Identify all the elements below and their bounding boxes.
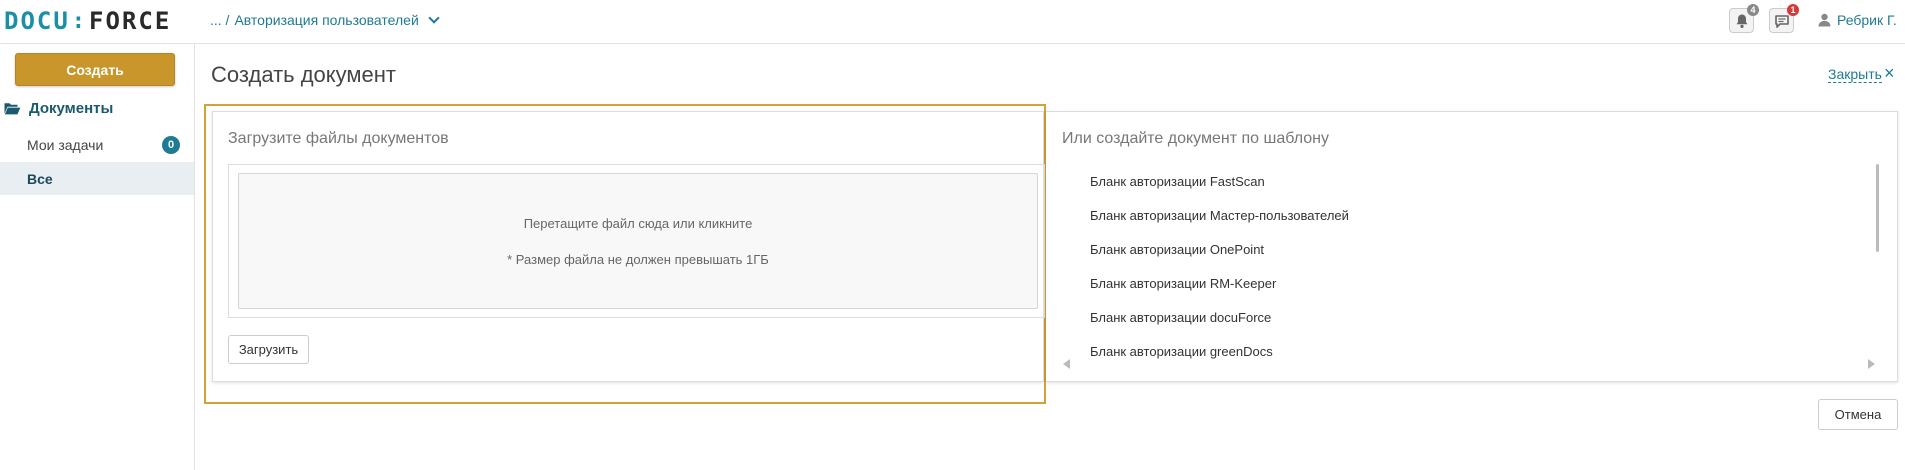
notifications-button[interactable]: 4 (1729, 4, 1759, 33)
cancel-button[interactable]: Отмена (1818, 399, 1898, 430)
template-item-greendocs[interactable]: Бланк авторизации greenDocs (1090, 344, 1273, 359)
upload-panel: Загрузите файлы документов Перетащите фа… (212, 111, 1045, 382)
logo[interactable]: DOCU : FORCE (4, 7, 172, 35)
sidebar-section-documents[interactable]: Документы (4, 100, 113, 117)
templates-heading: Или создайте документ по шаблону (1062, 130, 1329, 147)
bell-icon (1736, 14, 1747, 28)
template-item-rm-keeper[interactable]: Бланк авторизации RM-Keeper (1090, 276, 1276, 291)
template-item-docuforce[interactable]: Бланк авторизации docuForce (1090, 310, 1271, 325)
logo-docu: DOCU (4, 7, 70, 35)
sidebar-section-label: Документы (29, 100, 114, 117)
template-panel: Или создайте документ по шаблону Бланк а… (1046, 111, 1898, 382)
sidebar: Создать Документы Мои задачи 0 Все (0, 44, 195, 470)
messages-button[interactable]: 1 (1769, 4, 1799, 33)
scroll-left-arrow[interactable] (1063, 359, 1070, 369)
sidebar-item-label: Мои задачи (27, 136, 104, 153)
close-icon[interactable]: × (1884, 64, 1895, 82)
chat-icon (1774, 14, 1789, 28)
template-item-onepoint[interactable]: Бланк авторизации OnePoint (1090, 242, 1264, 257)
sidebar-item-all[interactable]: Все (0, 162, 194, 195)
user-name: Ребрик Г. (1837, 12, 1897, 28)
scroll-right-arrow[interactable] (1868, 359, 1875, 369)
breadcrumb-current[interactable]: Авторизация пользователей (234, 12, 418, 28)
sidebar-item-my-tasks[interactable]: Мои задачи 0 (0, 128, 194, 161)
user-menu[interactable]: Ребрик Г. (1818, 12, 1897, 28)
create-button[interactable]: Создать (15, 53, 175, 86)
file-size-note: * Размер файла не должен превышать 1ГБ (507, 252, 769, 267)
breadcrumb-prefix[interactable]: ... / (210, 12, 229, 28)
template-item-master-users[interactable]: Бланк авторизации Мастер-пользователей (1090, 208, 1349, 223)
upload-button[interactable]: Загрузить (228, 335, 309, 364)
logo-force: FORCE (89, 7, 172, 35)
dropzone-text: Перетащите файл сюда или кликните (523, 216, 753, 231)
logo-separator: : (71, 8, 88, 34)
user-icon (1818, 13, 1831, 27)
upload-heading: Загрузите файлы документов (228, 130, 449, 147)
template-item-fastscan[interactable]: Бланк авторизации FastScan (1090, 174, 1265, 189)
notifications-count-badge: 4 (1747, 4, 1759, 16)
page-title: Создать документ (211, 62, 397, 87)
top-header: DOCU : FORCE ... / Авторизация пользоват… (0, 0, 1905, 44)
sidebar-item-label: Все (27, 170, 53, 187)
vertical-scrollbar[interactable] (1876, 164, 1879, 252)
close-link[interactable]: Закрыть (1828, 66, 1882, 83)
dropzone-container: Перетащите файл сюда или кликните * Разм… (228, 164, 1045, 318)
messages-count-badge: 1 (1787, 4, 1799, 16)
folder-open-icon (4, 103, 21, 115)
file-dropzone[interactable]: Перетащите файл сюда или кликните * Разм… (238, 173, 1038, 309)
breadcrumb[interactable]: ... / Авторизация пользователей (210, 12, 440, 28)
tasks-count-badge: 0 (162, 136, 180, 154)
chevron-down-icon[interactable] (428, 12, 440, 24)
